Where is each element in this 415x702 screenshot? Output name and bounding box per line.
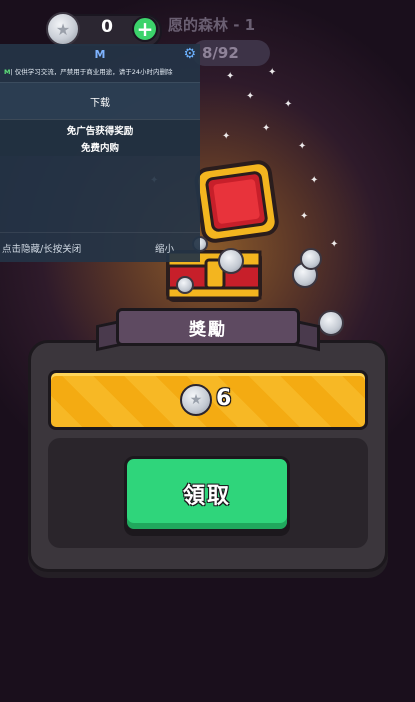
add-coins-button[interactable]: +: [132, 16, 158, 42]
floating-coin-icon: [218, 248, 244, 274]
reward-amount: 6: [216, 386, 232, 411]
reward-coin-icon: ★: [180, 384, 212, 416]
claim-button[interactable]: 領取: [124, 456, 290, 532]
panel-title: M: [94, 48, 106, 61]
level-title: 愿的森林 - 1: [168, 16, 256, 34]
feature-no-ads[interactable]: 免广告获得奖励: [67, 123, 134, 137]
panel-notice: M| 仅供学习交流，严禁用于商业用途，请于24小时内删除: [0, 64, 200, 82]
silver-coin-icon: ★: [46, 12, 80, 46]
level-progress: 8/92: [192, 40, 270, 66]
hide-close-hint[interactable]: 点击隐藏/长按关闭: [2, 241, 81, 255]
dialog-title: 獎勵: [116, 308, 300, 346]
feature-list: 免广告获得奖励 免费内购: [0, 119, 200, 156]
floating-coin-icon: [176, 276, 194, 294]
coin-count: 0: [101, 17, 113, 37]
panel-header: M ⚙: [0, 44, 200, 64]
floating-coin-icon: [300, 248, 322, 270]
overlay-panel: M ⚙ M| 仅供学习交流，严禁用于商业用途，请于24小时内删除 下载 免广告获…: [0, 44, 200, 262]
gear-icon[interactable]: ⚙: [183, 46, 196, 62]
minimize-button[interactable]: 缩小: [155, 241, 174, 255]
panel-footer: 点击隐藏/长按关闭 缩小: [0, 232, 200, 262]
notice-text: | 仅供学习交流，严禁用于商业用途，请于24小时内删除: [10, 68, 173, 76]
download-button[interactable]: 下载: [0, 82, 200, 119]
feature-free-purchase[interactable]: 免费内购: [81, 140, 119, 154]
floating-coin-icon: [318, 310, 344, 336]
